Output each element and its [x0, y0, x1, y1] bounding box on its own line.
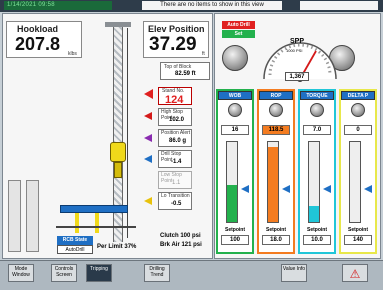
param-value: 0	[344, 125, 372, 135]
setpoint-label: Setpoint	[225, 227, 245, 233]
position-alert-value: 86.0 g	[169, 138, 187, 144]
position-alert-arrow-icon	[144, 134, 152, 142]
position-alert-box: Position Alert 86.0 g	[158, 129, 192, 147]
elevator	[114, 162, 122, 178]
rcb-state-label: RCB State	[57, 236, 93, 245]
spp-label: SPP	[290, 38, 305, 45]
hookload-value: 207.8	[15, 34, 61, 54]
traveling-block	[110, 142, 126, 162]
elev-position-label: Elev Position	[148, 24, 205, 34]
param-column-header: WOB	[218, 91, 252, 100]
ground-line	[56, 226, 136, 236]
setpoint-arrow-icon[interactable]	[241, 185, 249, 193]
param-value: 118.5	[262, 125, 290, 135]
param-bar-track	[226, 141, 238, 223]
auto-drill-state[interactable]: Set	[222, 30, 255, 38]
param-knob[interactable]	[351, 103, 365, 117]
drill-stop-arrow-icon	[144, 155, 152, 163]
stand-box: Stand No. 124	[158, 87, 192, 106]
brk-air-label: Brk Air	[160, 242, 180, 248]
param-column-header: DELTA P	[341, 91, 375, 100]
auto-drill-knob[interactable]	[222, 45, 248, 71]
value-info-button[interactable]: Value Info	[281, 264, 307, 282]
low-transition-box: Lo Transition -0.5	[158, 192, 192, 210]
per-limit-value: 37%	[124, 244, 137, 250]
clutch-value: 100 psi	[180, 233, 201, 239]
drill-floor	[60, 205, 128, 213]
param-column-header: TORQUE	[300, 91, 334, 100]
setpoint-value[interactable]: 10.0	[303, 235, 331, 245]
stand-arrow-icon	[144, 89, 153, 99]
spp-sub: 1000 PSI	[286, 48, 303, 53]
elevation-scale	[127, 28, 139, 238]
setpoint-value[interactable]: 18.0	[262, 235, 290, 245]
param-bar-track	[349, 141, 361, 223]
hookload-box: Hookload 207.8 klbs	[6, 21, 82, 58]
message-bar: There are no items to show in this view	[142, 1, 282, 10]
stand-value: 124	[165, 94, 184, 106]
setpoint-value[interactable]: 140	[344, 235, 372, 245]
param-knob[interactable]	[269, 103, 283, 117]
top-of-block-label: Top of Block	[164, 64, 192, 70]
controls-screen-button[interactable]: Controls Screen	[51, 264, 77, 282]
param-bar-track	[267, 141, 279, 223]
param-bar-track	[308, 141, 320, 223]
status-field	[300, 1, 378, 10]
mode-window-button[interactable]: Mode Window	[8, 264, 34, 282]
low-transition-arrow-icon	[144, 197, 152, 205]
param-knob[interactable]	[228, 103, 242, 117]
top-of-block-box: Top of Block 82.59 ft	[160, 62, 210, 80]
param-value: 7.0	[303, 125, 331, 135]
param-column-header: ROP	[259, 91, 293, 100]
left-slider-2[interactable]	[26, 180, 39, 252]
high-stop-value: 102.0	[169, 117, 185, 123]
low-stop-box: Low Stop Point 1.1	[158, 171, 192, 189]
param-column: TORQUE 7.0 Setpoint 10.0	[298, 89, 336, 254]
setpoint-arrow-icon[interactable]	[282, 185, 290, 193]
per-limit-label: Per Limit	[97, 244, 123, 250]
elev-position-box: Elev Position 37.29 ft	[143, 21, 209, 58]
position-alert-label: Position Alert	[161, 130, 191, 136]
per-limit: Per Limit 37%	[97, 244, 136, 250]
drilling-trend-button[interactable]: Drilling Trend	[144, 264, 170, 282]
setpoint-label: Setpoint	[348, 227, 368, 233]
setpoint-arrow-icon[interactable]	[323, 185, 331, 193]
param-column: DELTA P 0 Setpoint 140	[339, 89, 377, 254]
clutch-readout: Clutch 100 psi	[160, 233, 201, 239]
param-bar-fill	[309, 206, 319, 222]
high-stop-arrow-icon	[144, 112, 152, 120]
hookload-unit: klbs	[68, 51, 77, 57]
tripping-button[interactable]: Tripping	[86, 264, 112, 282]
brk-air-readout: Brk Air 121 psi	[160, 242, 202, 248]
param-bar-fill	[268, 147, 278, 222]
datetime-display: 1/14/2021 09:58	[4, 1, 112, 10]
setpoint-value[interactable]: 100	[221, 235, 249, 245]
drill-stop-value: -1.4	[171, 159, 182, 165]
param-bar-fill	[227, 185, 237, 222]
elev-position-unit: ft	[202, 51, 205, 57]
low-transition-label: Lo Transition	[161, 193, 190, 199]
crown-block	[105, 22, 131, 27]
brk-air-value: 121 psi	[181, 242, 202, 248]
left-slider-1[interactable]	[8, 180, 21, 252]
top-of-block-value: 82.59 ft	[175, 71, 196, 77]
auto-drill-label: Auto Drill	[222, 21, 255, 29]
low-stop-value: 1.1	[172, 180, 181, 186]
param-column: WOB 16 Setpoint 100	[216, 89, 254, 254]
param-knob[interactable]	[310, 103, 324, 117]
drill-stop-box: Drill Stop Point -1.4	[158, 150, 192, 168]
low-transition-value: -0.5	[171, 201, 182, 207]
setpoint-arrow-icon[interactable]	[364, 185, 372, 193]
elev-position-value: 37.29	[149, 34, 197, 55]
alarm-button[interactable]: ⚠	[342, 264, 368, 282]
setpoint-label: Setpoint	[266, 227, 286, 233]
high-stop-box: High Stop Point 102.0	[158, 108, 192, 126]
setpoint-label: Setpoint	[307, 227, 327, 233]
param-value: 16	[221, 125, 249, 135]
clutch-label: Clutch	[160, 233, 179, 239]
spp-value: 1,367	[285, 72, 309, 81]
param-column: ROP 118.5 Setpoint 18.0	[257, 89, 295, 254]
rcb-mode[interactable]: AutoDrill	[57, 245, 93, 254]
hookload-label: Hookload	[17, 24, 59, 34]
